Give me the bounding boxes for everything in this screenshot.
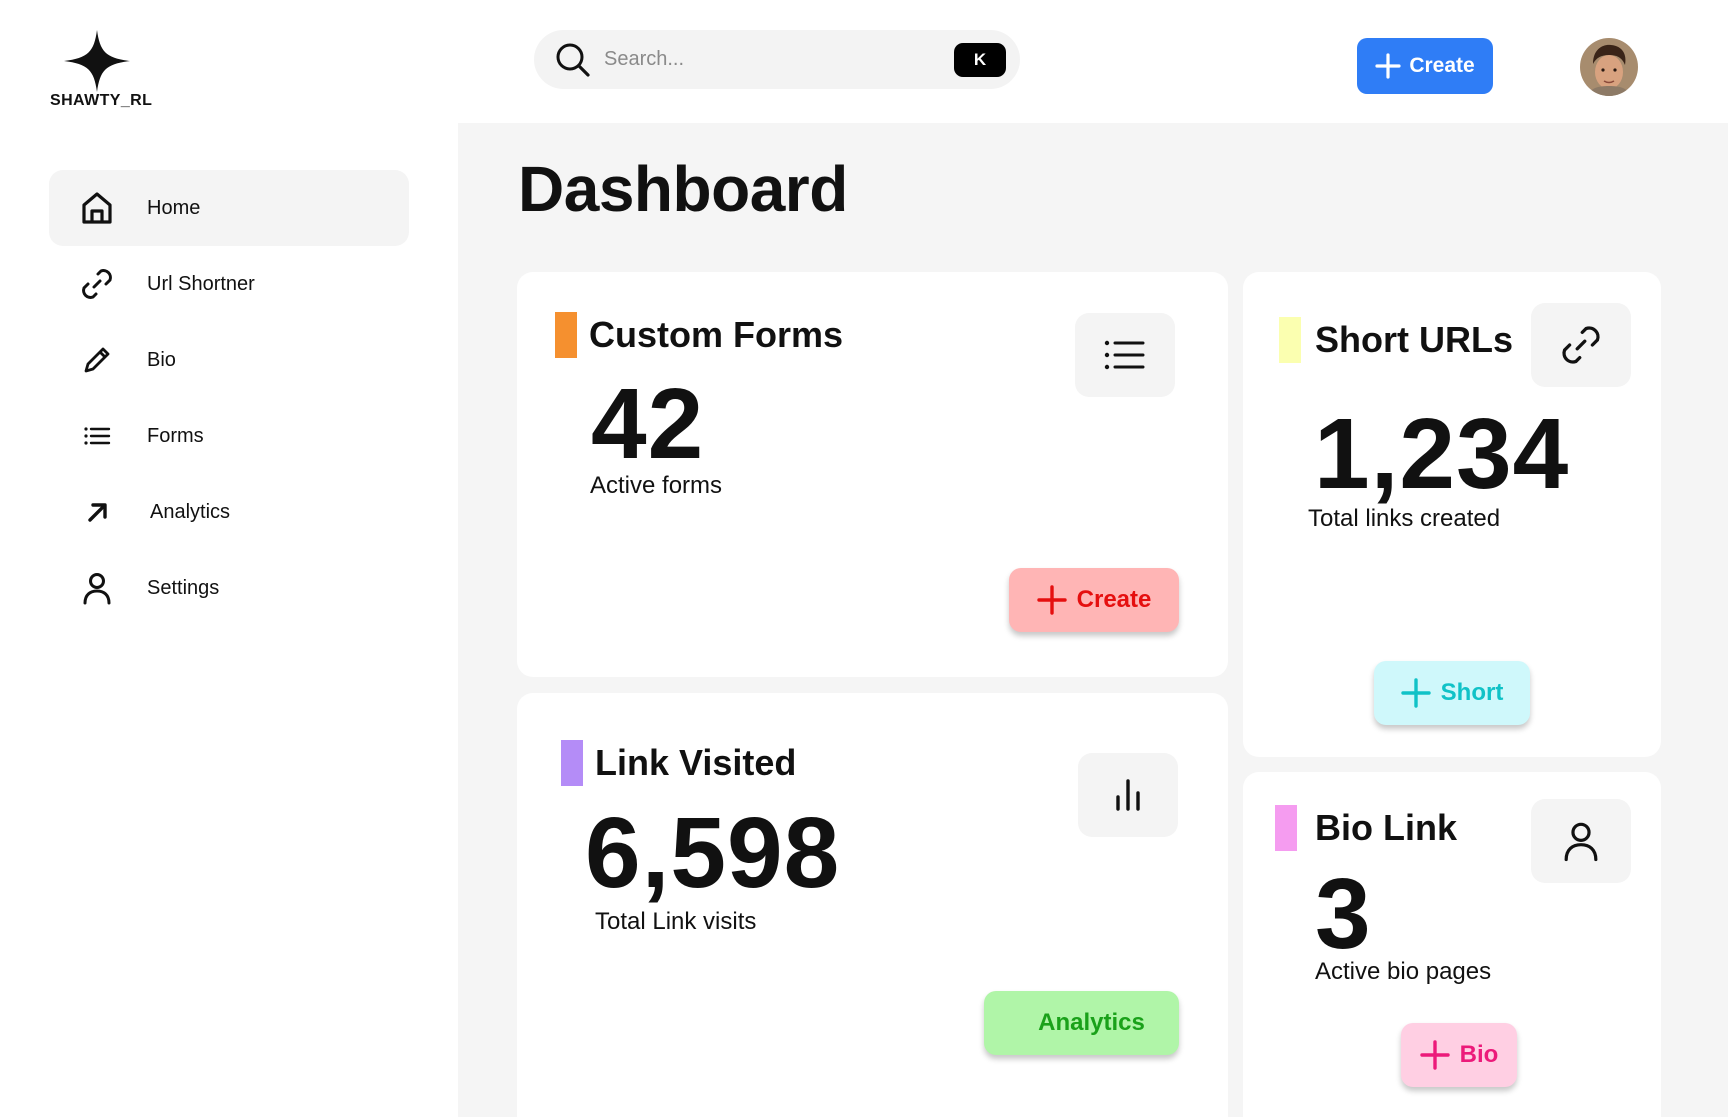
arrow-up-right-icon [77,492,117,532]
accent-bar [1279,317,1301,363]
button-label: Analytics [1038,1009,1145,1036]
sidebar-nav: Home Url Shortner Bio Forms Analytics Se… [49,170,409,626]
link-visited-card: Link Visited 6,598 Total Link visits Ana… [517,693,1228,1117]
sidebar-item-label: Analytics [150,500,231,523]
card-value: 1,234 [1314,398,1570,510]
home-icon [77,188,117,228]
custom-forms-card: Custom Forms 42 Active forms Create [517,272,1228,677]
brand-name: SHAWTY_RL [50,92,153,109]
sidebar-item-analytics[interactable]: Analytics [49,474,409,550]
user-icon [1564,822,1598,862]
sidebar-item-settings[interactable]: Settings [49,550,409,626]
search-icon [556,43,590,77]
card-icon-button[interactable] [1078,753,1178,837]
button-label: Create [1076,586,1152,613]
card-title: Short URLs [1315,319,1513,360]
search-bar[interactable]: K [534,30,1020,89]
link-icon [1562,326,1600,364]
create-bio-button[interactable]: Bio [1401,1023,1517,1087]
plus-icon [1419,1040,1450,1070]
sidebar-item-forms[interactable]: Forms [49,398,409,474]
create-button[interactable]: Create [1357,38,1493,94]
accent-bar [1275,805,1297,851]
app: SHAWTY_RL K Create [0,0,1728,1117]
plus-icon [1036,585,1067,615]
sparkle-logo-icon [64,30,130,92]
list-icon [77,416,117,456]
pencil-icon [77,340,117,380]
sidebar-item-home[interactable]: Home [49,170,409,246]
card-icon-button[interactable] [1531,799,1631,883]
card-icon-button[interactable] [1075,313,1175,397]
sidebar-item-label: Forms [147,424,204,447]
card-caption: Total links created [1308,505,1501,532]
analytics-button[interactable]: Analytics [984,991,1179,1055]
create-form-button[interactable]: Create [1009,568,1179,632]
short-url-button[interactable]: Short [1374,661,1530,725]
card-caption: Active forms [590,472,723,499]
sidebar-item-url-shortner[interactable]: Url Shortner [49,246,409,322]
bar-chart-icon [1116,779,1140,811]
brand-logo[interactable]: SHAWTY_RL [48,30,158,110]
sidebar-item-label: Url Shortner [147,272,255,295]
search-input[interactable] [604,48,954,71]
bio-link-card: Bio Link 3 Active bio pages Bio [1243,772,1661,1117]
card-value: 6,598 [585,797,841,909]
user-icon [77,568,117,608]
plus-icon [1400,678,1431,708]
plus-icon [1375,53,1401,79]
short-urls-card: Short URLs 1,234 Total links created Sho… [1243,272,1661,757]
card-icon-button[interactable] [1531,303,1631,387]
card-caption: Active bio pages [1315,958,1492,985]
accent-bar [555,312,577,358]
card-title: Bio Link [1315,807,1457,848]
user-avatar-icon [1580,38,1638,96]
search-shortcut-badge: K [954,42,1006,77]
avatar[interactable] [1580,38,1638,96]
button-label: Short [1440,679,1504,706]
card-title: Custom Forms [589,314,844,355]
list-icon [1104,340,1145,370]
button-label: Bio [1459,1041,1499,1068]
accent-bar [561,740,583,786]
sidebar-item-label: Bio [147,348,176,371]
create-button-label: Create [1409,54,1475,77]
sidebar-item-bio[interactable]: Bio [49,322,409,398]
card-value: 42 [591,368,705,480]
card-title: Link Visited [595,742,797,783]
sidebar-item-label: Home [147,196,201,219]
sidebar-item-label: Settings [147,576,220,599]
card-caption: Total Link visits [595,908,757,935]
card-value: 3 [1315,858,1372,970]
page-title: Dashboard [518,153,848,225]
link-icon [77,264,117,304]
